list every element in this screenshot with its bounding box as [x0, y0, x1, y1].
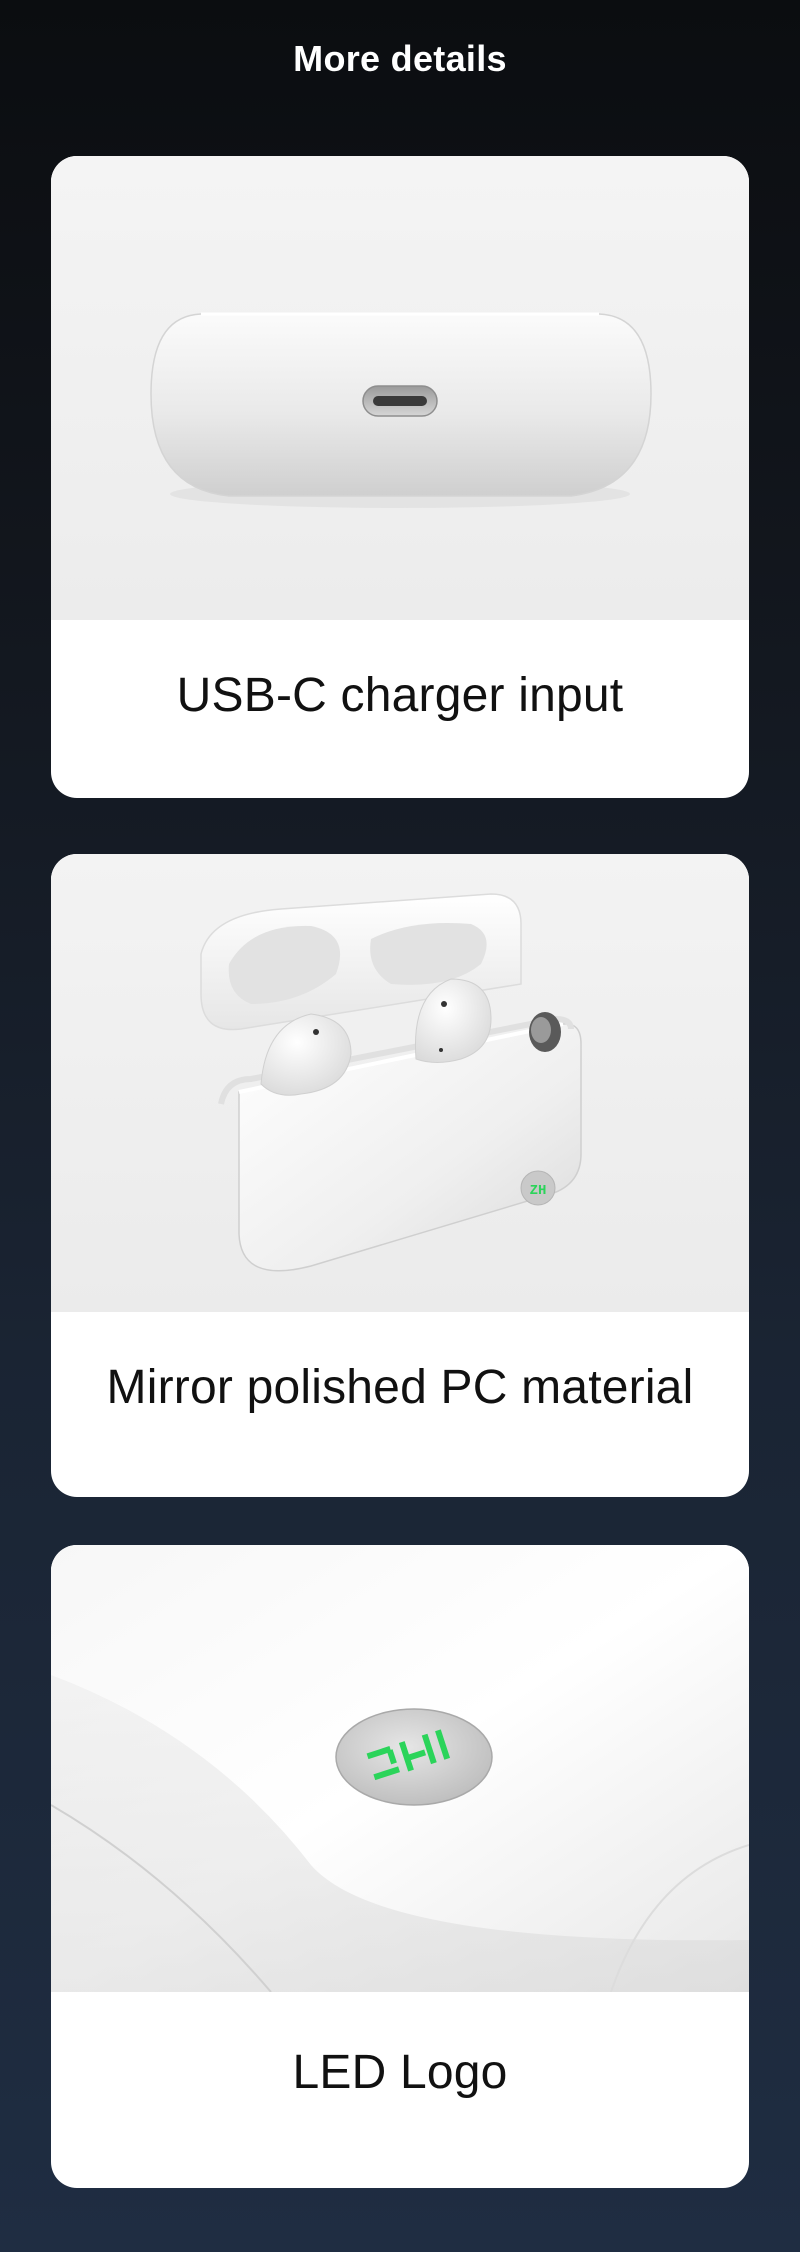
- charging-case-icon: [51, 156, 749, 620]
- svg-text:ZH: ZH: [530, 1183, 547, 1199]
- led-logo-icon: [51, 1545, 749, 1992]
- card-caption-mirror-polished: Mirror polished PC material: [106, 1360, 694, 1414]
- card-caption-led-logo: LED Logo: [292, 2045, 508, 2099]
- earbuds-case-icon: ZH: [51, 854, 749, 1312]
- usb-c-case-image: [51, 156, 749, 620]
- detail-card-mirror-polished: ZH Mirror polished PC material: [51, 854, 749, 1497]
- open-case-earbuds-image: ZH: [51, 854, 749, 1312]
- card-caption-usb-c: USB-C charger input: [176, 668, 624, 722]
- detail-card-led-logo: LED Logo: [51, 1545, 749, 2188]
- page-title: More details: [293, 38, 507, 79]
- page-header: More details: [0, 0, 800, 120]
- detail-card-usb-c: USB-C charger input: [51, 156, 749, 798]
- led-logo-image: [51, 1545, 749, 1992]
